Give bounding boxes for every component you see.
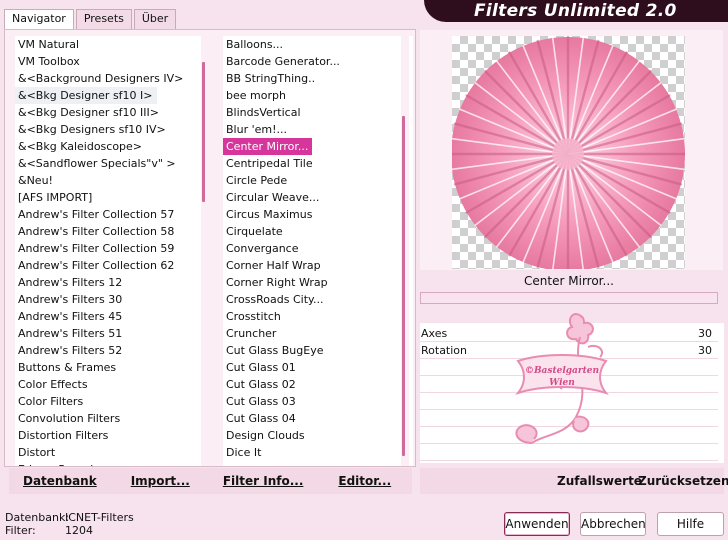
filter-list-item[interactable]: Circle Pede (223, 172, 413, 189)
category-list-item[interactable]: VM Natural (15, 36, 209, 53)
category-list-item[interactable]: &<Bkg Kaleidoscope> (15, 138, 209, 155)
category-list-item[interactable]: &<Background Designers IV> (15, 70, 209, 87)
category-list-item[interactable]: Andrew's Filters 52 (15, 342, 209, 359)
tab-about[interactable]: Über (133, 9, 177, 29)
param-label-axes: Axes (421, 327, 448, 340)
tab-presets[interactable]: Presets (75, 9, 132, 29)
category-list-item[interactable]: Color Filters (15, 393, 209, 410)
category-list-item[interactable]: Andrew's Filter Collection 57 (15, 206, 209, 223)
filter-list-item[interactable]: Barcode Generator... (223, 53, 413, 70)
filter-info-button[interactable]: Filter Info... (223, 474, 304, 488)
param-label-rotation: Rotation (421, 344, 468, 357)
window-title: Filters Unlimited 2.0 (474, 1, 677, 21)
filter-list-item[interactable]: Cut Glass 02 (223, 376, 413, 393)
preview-panel (420, 30, 723, 270)
category-list-item[interactable]: &<Bkg Designer sf10 III> (15, 104, 209, 121)
filter-list-item[interactable]: Circus Maximus (223, 206, 413, 223)
filter-list-item[interactable]: Corner Right Wrap (223, 274, 413, 291)
status-area: Datenbank: ICNET-Filters Filter: 1204 (5, 511, 134, 537)
filter-list-item[interactable]: Cruncher (223, 325, 413, 342)
navigator-button-bar: Datenbank Import... Filter Info... Edito… (9, 468, 412, 494)
filter-list-item[interactable]: Cut Glass BugEye (223, 342, 413, 359)
progress-bar (420, 292, 718, 304)
category-list[interactable]: VM Natural VM Toolbox &<Background Designe… (15, 36, 209, 466)
reset-button[interactable]: Zurücksetzen (638, 474, 728, 488)
filter-list-item[interactable]: Balloons... (223, 36, 413, 53)
filter-list-item[interactable]: CrossRoads City... (223, 291, 413, 308)
database-button[interactable]: Datenbank (23, 474, 97, 488)
category-list-item[interactable]: &<Bkg Designers sf10 IV> (15, 121, 209, 138)
preview-canvas[interactable] (452, 36, 685, 269)
category-list-item[interactable]: Buttons & Frames (15, 359, 209, 376)
category-list-item[interactable]: VM Toolbox (15, 53, 209, 70)
status-filter-value: 1204 (65, 524, 93, 537)
filter-list-item[interactable]: Blur 'em!... (223, 121, 413, 138)
parameters-panel: Axes 30 Rotation 30 ©Bastelgarten Wien (420, 313, 724, 463)
filter-list-item[interactable]: BlindsVertical (223, 104, 413, 121)
category-list-item[interactable]: &Neu! (15, 172, 209, 189)
category-list-item[interactable]: Andrew's Filters 45 (15, 308, 209, 325)
category-list-item[interactable]: Andrew's Filter Collection 59 (15, 240, 209, 257)
category-list-item[interactable]: &<Sandflower Specials"v" > (15, 155, 209, 172)
category-list-item[interactable]: [AFS IMPORT] (15, 189, 209, 206)
category-list-item[interactable]: Andrew's Filter Collection 62 (15, 257, 209, 274)
title-banner: Filters Unlimited 2.0 (424, 0, 728, 22)
filter-list-item[interactable]: Cirquelate (223, 223, 413, 240)
filter-list-item[interactable]: BB StringThing.. (223, 70, 413, 87)
category-list-item[interactable]: Andrew's Filter Collection 58 (15, 223, 209, 240)
navigator-panel: VM Natural VM Toolbox &<Background Designe… (4, 29, 416, 467)
filter-list-item[interactable]: Circular Weave... (223, 189, 413, 206)
svg-text:©Bastelgarten: ©Bastelgarten (525, 366, 599, 376)
status-database-value: ICNET-Filters (65, 511, 134, 524)
tab-navigator[interactable]: Navigator (4, 9, 74, 30)
selected-filter-name: Center Mirror... (524, 274, 614, 288)
svg-text:Wien: Wien (549, 378, 575, 388)
category-list-item[interactable]: Andrew's Filters 51 (15, 325, 209, 342)
category-list-item[interactable]: Andrew's Filters 30 (15, 291, 209, 308)
filter-list-item[interactable]: bee morph (223, 87, 413, 104)
filter-list-item[interactable]: Dice It (223, 444, 413, 461)
param-value-rotation[interactable]: 30 (698, 344, 712, 357)
preview-image (452, 36, 685, 269)
category-list-item[interactable]: Convolution Filters (15, 410, 209, 427)
category-scrollbar-thumb[interactable] (202, 62, 205, 202)
category-list-item[interactable]: &<Bkg Designer sf10 I> (15, 87, 157, 104)
random-values-button[interactable]: Zufallswerte (557, 474, 642, 488)
filter-list-item[interactable]: Center Mirror... (223, 138, 313, 155)
filter-list-item[interactable]: Cut Glass 04 (223, 410, 413, 427)
category-list-item[interactable]: Edges, Round (15, 461, 209, 466)
filter-list-item[interactable]: Corner Half Wrap (223, 257, 413, 274)
filter-list[interactable]: Balloons... Barcode Generator... BB String… (223, 36, 413, 466)
status-database-label: Datenbank: (5, 511, 70, 524)
filter-list-item[interactable]: Centripedal Tile (223, 155, 413, 172)
filter-list-item[interactable]: Cut Glass 01 (223, 359, 413, 376)
import-button[interactable]: Import... (131, 474, 190, 488)
filter-list-item[interactable]: Design Clouds (223, 427, 413, 444)
apply-button[interactable]: Anwenden (504, 512, 570, 536)
cancel-button[interactable]: Abbrechen (580, 512, 646, 536)
editor-button[interactable]: Editor... (338, 474, 391, 488)
category-list-item[interactable]: Andrew's Filters 12 (15, 274, 209, 291)
help-button[interactable]: Hilfe (657, 512, 724, 536)
category-list-item[interactable]: Distortion Filters (15, 427, 209, 444)
status-filter-label: Filter: (5, 524, 36, 537)
param-value-axes[interactable]: 30 (698, 327, 712, 340)
category-list-item[interactable]: Distort (15, 444, 209, 461)
category-scrollbar[interactable] (201, 36, 209, 466)
tab-bar: Navigator Presets Über (4, 9, 178, 30)
category-list-item[interactable]: Color Effects (15, 376, 209, 393)
filter-scrollbar[interactable] (401, 36, 409, 466)
parameter-button-bar: Zufallswerte Zurücksetzen (420, 468, 728, 494)
filter-scrollbar-thumb[interactable] (402, 116, 405, 456)
filter-list-item[interactable]: Cut Glass 03 (223, 393, 413, 410)
filter-list-item[interactable]: Crosstitch (223, 308, 413, 325)
filter-list-item[interactable]: Convergance (223, 240, 413, 257)
watermark-logo: ©Bastelgarten Wien (515, 313, 609, 444)
